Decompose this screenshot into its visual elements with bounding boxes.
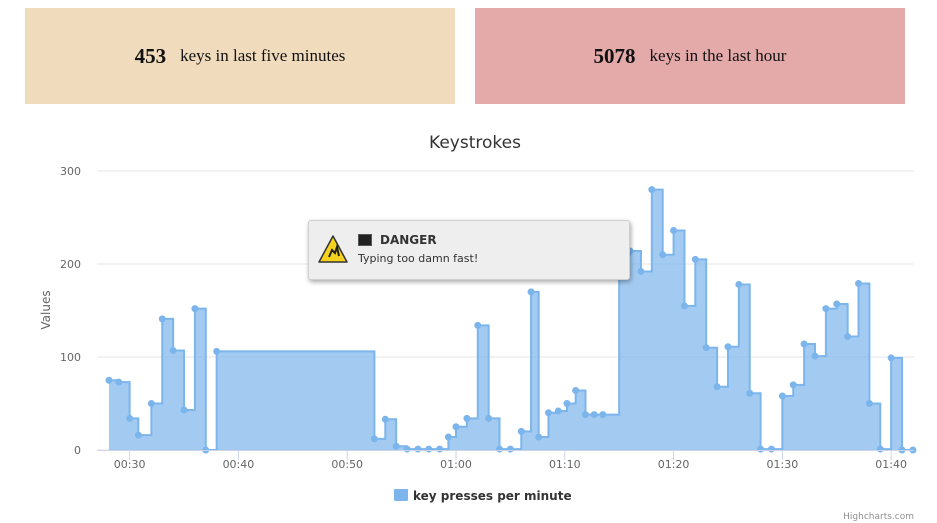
danger-tooltip: DANGER Typing too damn fast!: [308, 220, 630, 280]
y-axis-title: Values: [39, 290, 53, 329]
data-point[interactable]: [563, 400, 571, 407]
data-point[interactable]: [392, 442, 400, 450]
y-tick-label: 300: [60, 165, 81, 178]
data-point[interactable]: [180, 406, 188, 414]
hour-stat-box: 5078 keys in the last hour: [475, 8, 905, 104]
data-point[interactable]: [800, 340, 808, 348]
data-point[interactable]: [735, 280, 743, 288]
data-point[interactable]: [599, 411, 607, 419]
data-point[interactable]: [134, 431, 142, 439]
five-minute-stat-box: 453 keys in last five minutes: [25, 8, 455, 104]
data-point[interactable]: [767, 445, 775, 453]
data-point[interactable]: [865, 400, 873, 407]
data-point[interactable]: [572, 386, 580, 394]
data-point[interactable]: [789, 381, 797, 389]
data-point[interactable]: [496, 445, 504, 453]
data-point[interactable]: [403, 445, 411, 453]
data-point[interactable]: [463, 414, 471, 422]
y-tick-label: 100: [60, 351, 81, 364]
data-point[interactable]: [833, 300, 841, 308]
five-minute-count: 453: [134, 43, 167, 68]
data-point[interactable]: [425, 445, 433, 453]
data-point[interactable]: [213, 347, 221, 355]
five-minute-label: keys in last five minutes: [180, 46, 346, 65]
x-tick-label: 00:40: [223, 458, 255, 471]
hour-label: keys in the last hour: [649, 46, 787, 65]
data-point[interactable]: [887, 354, 895, 362]
y-tick-label: 0: [74, 444, 81, 457]
data-point[interactable]: [648, 186, 656, 194]
data-point[interactable]: [191, 305, 199, 313]
data-point[interactable]: [444, 433, 452, 441]
data-point[interactable]: [452, 423, 460, 431]
x-tick-label: 01:40: [875, 458, 907, 471]
data-point[interactable]: [147, 400, 155, 407]
data-point[interactable]: [659, 251, 667, 259]
data-point[interactable]: [778, 392, 786, 400]
y-tick-label: 200: [60, 258, 81, 271]
warning-icon: [318, 235, 348, 263]
keystrokes-chart: Keystrokes 0 100 200 300 00:30 00:40 00:50 01:0…: [39, 133, 917, 522]
x-tick-label: 01:00: [440, 458, 472, 471]
legend-swatch[interactable]: [394, 489, 408, 501]
terminal-icon: [358, 234, 372, 246]
data-point[interactable]: [855, 280, 863, 288]
data-point[interactable]: [370, 435, 378, 443]
data-point[interactable]: [169, 346, 177, 354]
x-tick-label: 00:50: [331, 458, 363, 471]
legend-label[interactable]: key presses per minute: [413, 489, 572, 503]
data-point[interactable]: [713, 383, 721, 391]
data-point[interactable]: [876, 445, 884, 453]
data-point[interactable]: [517, 427, 525, 435]
data-point[interactable]: [844, 333, 852, 341]
legend[interactable]: key presses per minute: [394, 489, 572, 503]
x-tick-label: 01:10: [549, 458, 581, 471]
data-point[interactable]: [691, 255, 699, 263]
data-point[interactable]: [485, 414, 493, 422]
data-point[interactable]: [436, 445, 444, 453]
data-point[interactable]: [158, 315, 166, 323]
hour-count: 5078: [593, 43, 636, 68]
data-point[interactable]: [757, 445, 765, 453]
data-point[interactable]: [746, 389, 754, 397]
data-point[interactable]: [724, 343, 732, 351]
data-point[interactable]: [105, 376, 113, 384]
data-point[interactable]: [506, 445, 514, 453]
tooltip-title: DANGER: [380, 233, 437, 247]
data-point[interactable]: [474, 321, 482, 329]
tooltip-message: Typing too damn fast!: [358, 252, 479, 265]
data-point[interactable]: [554, 407, 562, 415]
data-point[interactable]: [822, 305, 830, 313]
x-tick-label: 01:30: [767, 458, 799, 471]
data-point[interactable]: [680, 302, 688, 310]
credits-link[interactable]: Highcharts.com: [843, 512, 914, 522]
data-point[interactable]: [637, 267, 645, 275]
data-point[interactable]: [581, 411, 589, 419]
x-tick-label: 00:30: [114, 458, 146, 471]
data-point[interactable]: [702, 344, 710, 352]
data-point[interactable]: [670, 227, 678, 235]
x-tick-label: 01:20: [658, 458, 690, 471]
data-point[interactable]: [544, 409, 552, 417]
chart-title: Keystrokes: [429, 133, 521, 153]
data-point[interactable]: [590, 411, 598, 419]
data-point[interactable]: [126, 414, 134, 422]
data-point[interactable]: [414, 445, 422, 453]
data-point[interactable]: [535, 433, 543, 441]
data-point[interactable]: [115, 378, 123, 386]
data-point[interactable]: [527, 288, 535, 296]
data-point[interactable]: [811, 352, 819, 360]
data-point[interactable]: [381, 415, 389, 423]
